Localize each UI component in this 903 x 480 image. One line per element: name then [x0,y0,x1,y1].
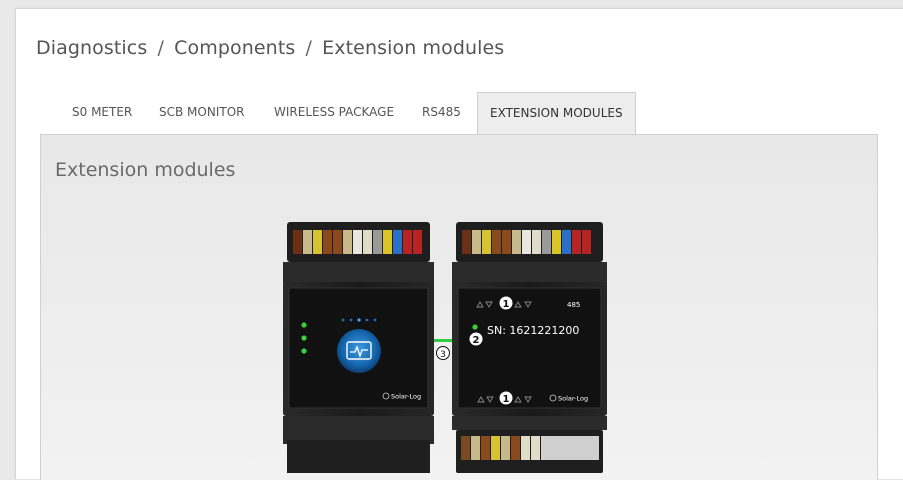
main-unit: Solar-Log [283,222,434,473]
ext-status-led [472,324,478,330]
main-shoulder [283,262,434,284]
ext-shoulder [452,262,607,284]
callout-connector-marker: 3 [436,346,450,360]
extension-unit: 1 485 SN: 1621221200 2 1 Solar-Log [452,222,607,473]
serial-number: SN: 1621221200 [487,324,579,337]
svg-text:Solar-Log: Solar-Log [391,393,421,401]
status-led [301,322,307,328]
ext-bottom-terminals [461,436,599,460]
svg-text:1: 1 [503,299,510,310]
device-illustration: Solar-Log 1 485 SN: 1621221200 2 1 Solar… [283,222,607,473]
bus-type-label: 485 [567,301,580,309]
svg-text:3: 3 [440,350,446,360]
bus-connector [434,339,452,345]
ext-bottom-shoulder [452,416,607,430]
svg-text:1: 1 [503,394,510,405]
svg-text:Solar-Log: Solar-Log [558,395,588,403]
svg-text:2: 2 [473,335,480,346]
main-bottom-shoulder [283,416,434,444]
status-led [301,348,307,354]
main-bottom-block [287,440,430,473]
status-led [301,335,307,341]
